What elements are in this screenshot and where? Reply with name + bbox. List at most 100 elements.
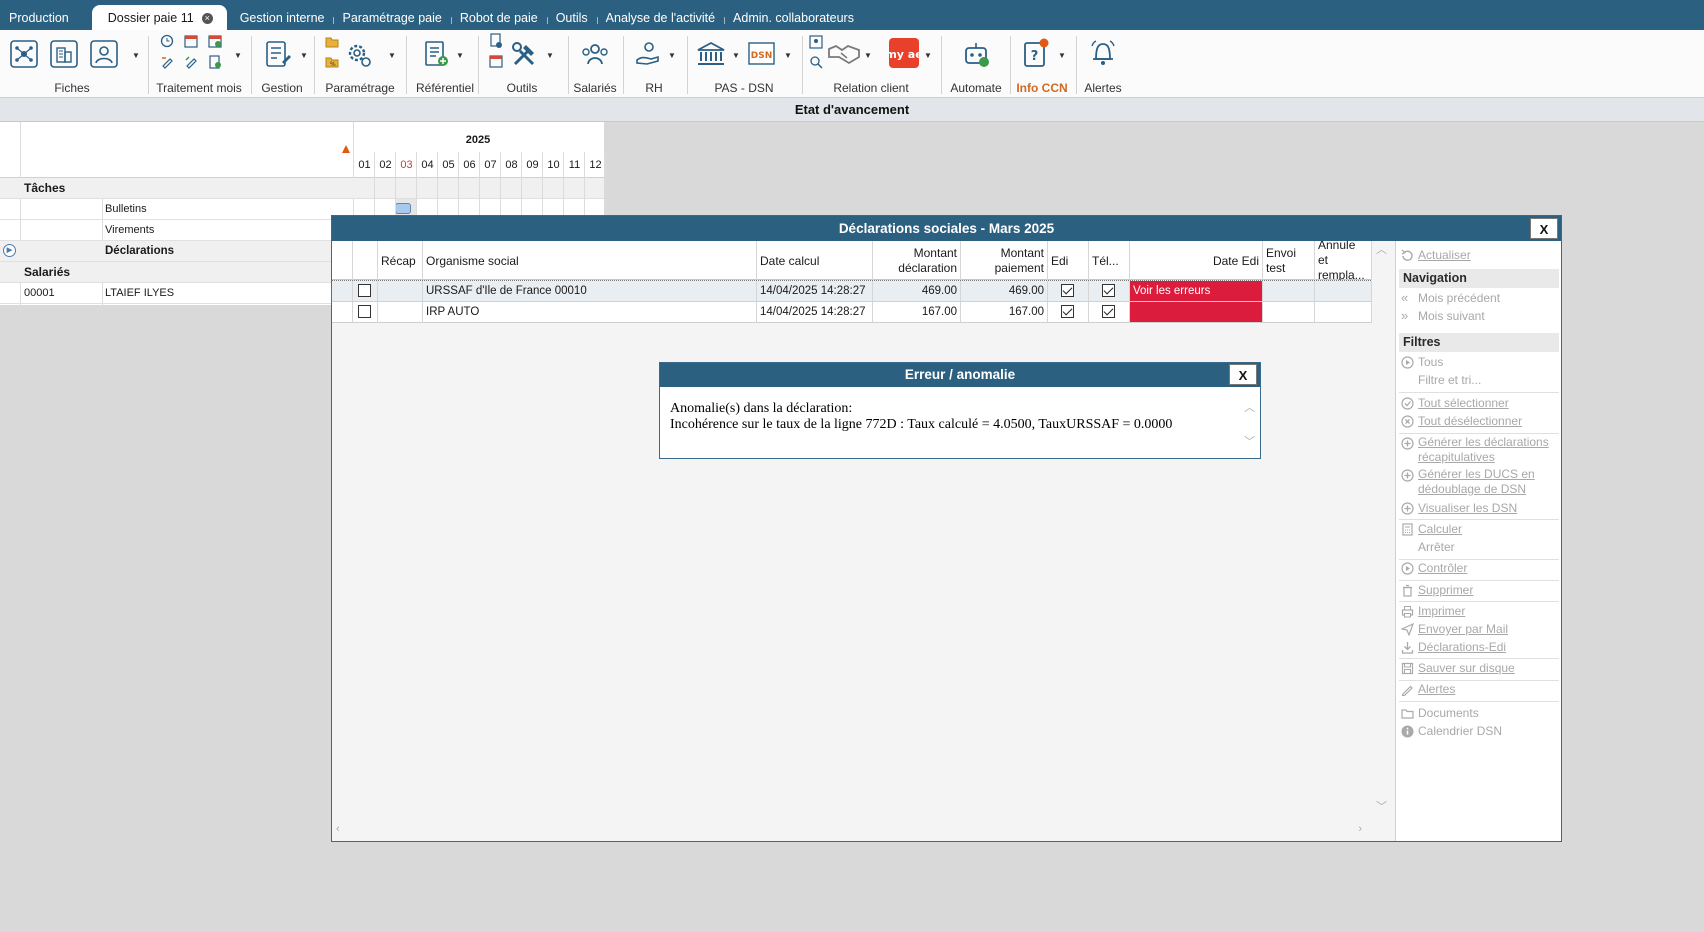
- tab-outils[interactable]: Outils: [546, 11, 597, 30]
- header-recap[interactable]: Récap: [378, 241, 423, 280]
- checklist-edit-icon[interactable]: [262, 38, 294, 70]
- calendar-small-icon[interactable]: [488, 52, 504, 70]
- organization-chart-icon[interactable]: [8, 38, 40, 70]
- rh-dropdown-icon[interactable]: ▼: [668, 51, 676, 60]
- scroll-down-icon[interactable]: ﹀: [1376, 798, 1387, 814]
- edi-checkbox[interactable]: [1061, 305, 1074, 318]
- header-date-calcul[interactable]: Date calcul: [757, 241, 873, 280]
- tel-checkbox[interactable]: [1102, 284, 1115, 297]
- document-gear-icon[interactable]: [206, 54, 224, 70]
- pen-download-icon[interactable]: [158, 54, 176, 70]
- bell-alert-icon[interactable]: [1087, 37, 1119, 69]
- tab-robot-de-paie[interactable]: Robot de paie: [450, 11, 547, 30]
- view-errors-link[interactable]: Voir les erreurs: [1130, 281, 1263, 301]
- info-ccn-dropdown-icon[interactable]: ▼: [1058, 51, 1066, 60]
- scroll-up-icon[interactable]: ︿: [1376, 241, 1387, 257]
- filter-sort-action[interactable]: Filtre et tri...: [1399, 372, 1559, 389]
- tab-dossier-paie[interactable]: Dossier paie 11 ×: [91, 5, 227, 30]
- tab-admin-collaborateurs[interactable]: Admin. collaborateurs: [724, 11, 863, 30]
- dsn-document-icon[interactable]: DSN: [746, 38, 778, 70]
- tab-production[interactable]: Production: [0, 11, 78, 30]
- declarations-edi-action[interactable]: Déclarations-Edi: [1399, 639, 1559, 656]
- header-montant-paiement[interactable]: Montant paiement: [961, 241, 1048, 280]
- traitement-dropdown-icon[interactable]: ▼: [234, 51, 242, 60]
- alerts-action[interactable]: Alertes: [1399, 681, 1559, 698]
- vertical-scrollbar[interactable]: ︿ ﹀: [1372, 241, 1390, 816]
- calendar-dsn-action[interactable]: Calendrier DSN: [1399, 723, 1559, 740]
- dialog-close-button[interactable]: X: [1530, 218, 1558, 239]
- pas-dropdown-icon[interactable]: ▼: [732, 51, 740, 60]
- stop-action[interactable]: Arrêter: [1399, 539, 1559, 556]
- handshake-icon[interactable]: [826, 38, 862, 70]
- fiches-dropdown-icon[interactable]: ▼: [132, 51, 140, 60]
- header-edi[interactable]: Edi: [1048, 241, 1089, 280]
- hand-person-icon[interactable]: [632, 38, 664, 70]
- people-group-icon[interactable]: [579, 38, 611, 70]
- tab-gestion-interne[interactable]: Gestion interne: [231, 11, 334, 30]
- popup-scrollbar[interactable]: ︿ ﹀: [1244, 399, 1258, 449]
- header-tel[interactable]: Tél...: [1089, 241, 1130, 280]
- robot-automate-icon[interactable]: [960, 38, 992, 70]
- scroll-up-icon[interactable]: ︿: [1244, 399, 1255, 415]
- scroll-down-icon[interactable]: ﹀: [1244, 433, 1255, 449]
- print-action[interactable]: Imprimer: [1399, 603, 1559, 620]
- header-annule-remplace[interactable]: Annule et rempla...: [1315, 241, 1372, 280]
- employee-card-icon[interactable]: [88, 38, 120, 70]
- company-building-icon[interactable]: [48, 38, 80, 70]
- help-book-icon[interactable]: ?: [1020, 37, 1052, 69]
- folder-percent-icon[interactable]: %: [324, 54, 340, 70]
- scroll-left-icon[interactable]: ‹: [336, 823, 340, 835]
- tools-wrench-hammer-icon[interactable]: [508, 38, 540, 70]
- calendar-edit-icon[interactable]: [182, 33, 200, 49]
- row-select-checkbox[interactable]: [358, 284, 371, 297]
- outils-dropdown-icon[interactable]: ▼: [546, 51, 554, 60]
- generate-ducs-action[interactable]: Générer les DUCS en dédoublage de DSN: [1399, 467, 1559, 497]
- search-euro-icon[interactable]: [808, 54, 824, 70]
- next-month-action[interactable]: » Mois suivant: [1399, 308, 1559, 325]
- table-row[interactable]: URSSAF d'Ile de France 00010 14/04/2025 …: [331, 280, 1373, 303]
- folder-settings-icon[interactable]: [324, 34, 340, 50]
- tab-parametrage-paie[interactable]: Paramétrage paie: [333, 11, 450, 30]
- settings-gear-icon[interactable]: [342, 38, 374, 70]
- view-dsn-action[interactable]: Visualiser les DSN: [1399, 500, 1559, 517]
- gestion-dropdown-icon[interactable]: ▼: [300, 51, 308, 60]
- refresh-action[interactable]: Actualiser: [1399, 247, 1559, 264]
- select-all-action[interactable]: Tout sélectionner: [1399, 395, 1559, 412]
- deselect-all-action[interactable]: Tout désélectionner: [1399, 413, 1559, 430]
- tab-analyse-activite[interactable]: Analyse de l'activité: [596, 11, 724, 30]
- documents-action[interactable]: Documents: [1399, 705, 1559, 722]
- document-add-icon[interactable]: [420, 38, 452, 70]
- task-progress-marker[interactable]: [395, 203, 411, 214]
- contact-card-icon[interactable]: [808, 34, 824, 50]
- dsn-dropdown-icon[interactable]: ▼: [784, 51, 792, 60]
- popup-close-button[interactable]: X: [1229, 364, 1257, 385]
- control-action[interactable]: Contrôler: [1399, 560, 1559, 577]
- tel-checkbox[interactable]: [1102, 305, 1115, 318]
- generate-recap-action[interactable]: Générer les déclarations récapitulatives: [1399, 435, 1559, 465]
- header-montant-declaration[interactable]: Montant déclaration: [873, 241, 961, 280]
- table-row[interactable]: IRP AUTO 14/04/2025 14:28:27 167.00 167.…: [332, 302, 1372, 323]
- save-disk-action[interactable]: Sauver sur disque: [1399, 660, 1559, 677]
- myae-app-icon[interactable]: my ae: [888, 37, 920, 69]
- header-date-edi[interactable]: Date Edi: [1130, 241, 1263, 280]
- clock-task-icon[interactable]: [158, 33, 176, 49]
- header-envoi-test[interactable]: Envoi test: [1263, 241, 1315, 280]
- pen-icon[interactable]: [182, 54, 200, 70]
- row-date-edi-error[interactable]: [1130, 302, 1263, 322]
- header-organisme[interactable]: Organisme social: [423, 241, 757, 280]
- parametrage-dropdown-icon[interactable]: ▼: [388, 51, 396, 60]
- referentiel-dropdown-icon[interactable]: ▼: [456, 51, 464, 60]
- delete-action[interactable]: Supprimer: [1399, 582, 1559, 599]
- myae-dropdown-icon[interactable]: ▼: [924, 51, 932, 60]
- calendar-check-icon[interactable]: [206, 33, 224, 49]
- horizontal-scrollbar[interactable]: ‹ ›: [332, 821, 1372, 841]
- edi-checkbox[interactable]: [1061, 284, 1074, 297]
- calculate-action[interactable]: Calculer: [1399, 521, 1559, 538]
- relation-dropdown-icon[interactable]: ▼: [864, 51, 872, 60]
- bank-building-icon[interactable]: [694, 38, 728, 70]
- document-clock-icon[interactable]: [488, 32, 504, 50]
- send-mail-action[interactable]: Envoyer par Mail: [1399, 621, 1559, 638]
- scroll-right-icon[interactable]: ›: [1358, 823, 1362, 835]
- close-tab-icon[interactable]: ×: [201, 13, 213, 24]
- row-select-checkbox[interactable]: [358, 305, 371, 318]
